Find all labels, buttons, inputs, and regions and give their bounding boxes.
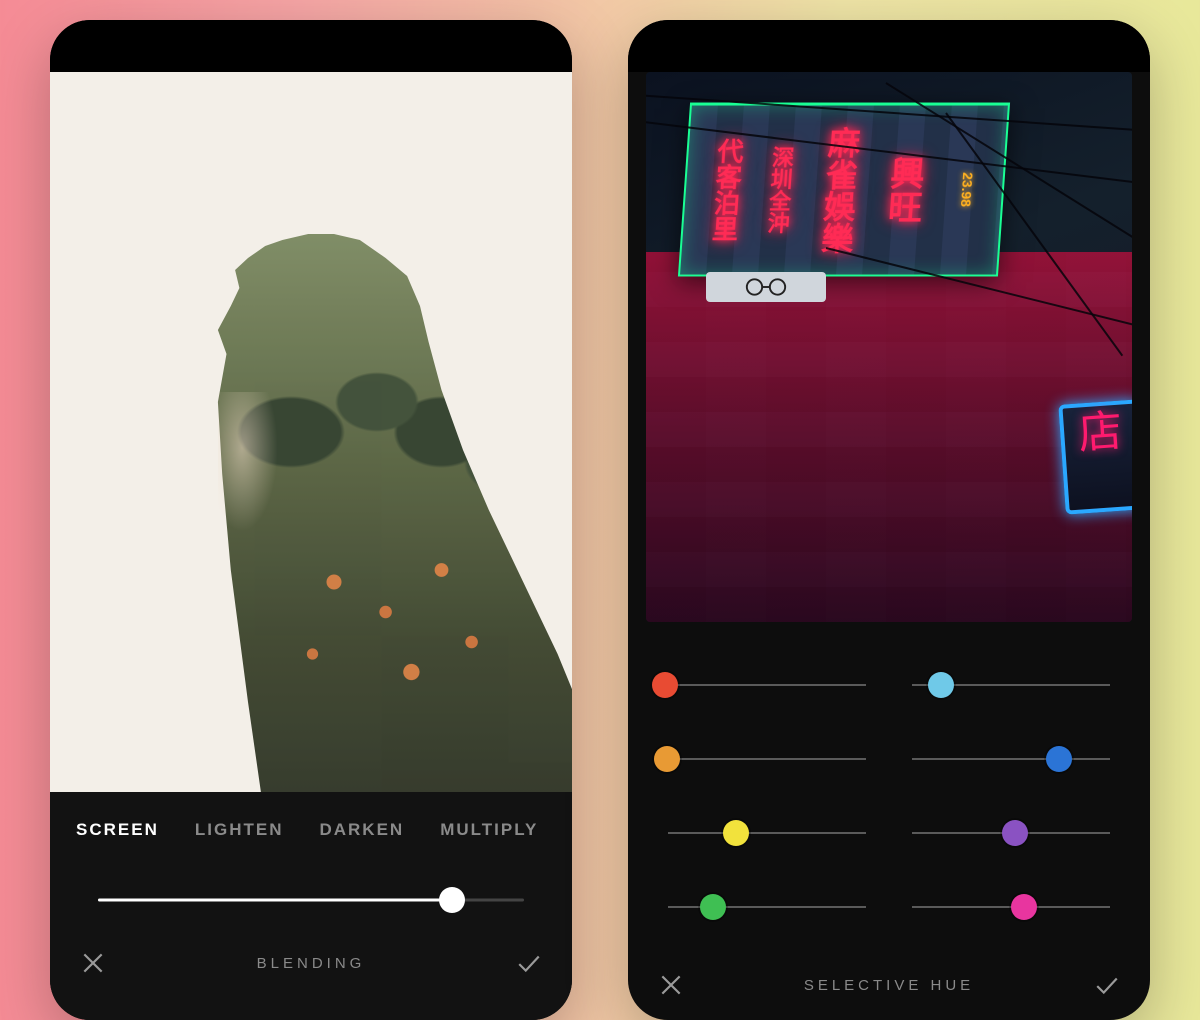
slider-thumb[interactable] [439,887,465,913]
hue-slider-yellow[interactable] [658,819,876,847]
face-highlight [218,392,278,532]
slider-thumb[interactable] [1046,746,1072,772]
hue-slider-grid [628,622,1150,950]
cancel-button[interactable] [76,946,110,980]
cancel-button[interactable] [654,968,688,1002]
hue-slider-magenta[interactable] [902,893,1120,921]
hue-slider-purple[interactable] [902,819,1120,847]
blend-mode-multiply[interactable]: MULTIPLY [440,820,538,840]
phone-hue: 代客泊里 深圳全沖 麻雀娛樂 興旺 23.98 店 SELECTIVE HUE [628,20,1150,1020]
blending-canvas[interactable] [50,72,572,792]
close-icon [80,950,106,976]
blend-mode-darken[interactable]: DARKEN [319,820,404,840]
panel-footer: BLENDING [50,924,572,1002]
slider-track [668,832,866,834]
slider-track [912,758,1110,760]
hue-slider-red[interactable] [658,671,876,699]
confirm-button[interactable] [1090,968,1124,1002]
slider-track [668,758,866,760]
check-icon [516,950,542,976]
blend-mode-screen[interactable]: SCREEN [76,820,159,840]
blend-mode-lighten[interactable]: LIGHTEN [195,820,284,840]
blending-panel: SCREENLIGHTENDARKENMULTIPLYCOLORBU BLEND… [50,792,572,1020]
panel-title: BLENDING [110,955,512,972]
status-bar [628,20,1150,72]
blend-intensity-slider[interactable] [98,886,524,914]
status-bar [50,20,572,72]
blend-mode-tabs: SCREENLIGHTENDARKENMULTIPLYCOLORBU [50,792,572,852]
wires-overlay [646,72,1132,622]
phone-blending: SCREENLIGHTENDARKENMULTIPLYCOLORBU BLEND… [50,20,572,1020]
slider-thumb[interactable] [700,894,726,920]
slider-track [668,906,866,908]
slider-thumb[interactable] [723,820,749,846]
hue-slider-cyan[interactable] [902,671,1120,699]
hue-canvas[interactable]: 代客泊里 深圳全沖 麻雀娛樂 興旺 23.98 店 [646,72,1132,622]
check-icon [1094,972,1120,998]
slider-thumb[interactable] [1002,820,1028,846]
slider-track [668,684,866,686]
slider-fill [98,899,452,902]
panel-footer: SELECTIVE HUE [628,950,1150,1020]
slider-thumb[interactable] [928,672,954,698]
slider-thumb[interactable] [1011,894,1037,920]
hue-slider-orange[interactable] [658,745,876,773]
close-icon [658,972,684,998]
confirm-button[interactable] [512,946,546,980]
slider-thumb[interactable] [654,746,680,772]
hue-slider-green[interactable] [658,893,876,921]
slider-thumb[interactable] [652,672,678,698]
hue-slider-blue[interactable] [902,745,1120,773]
panel-title: SELECTIVE HUE [688,977,1090,994]
